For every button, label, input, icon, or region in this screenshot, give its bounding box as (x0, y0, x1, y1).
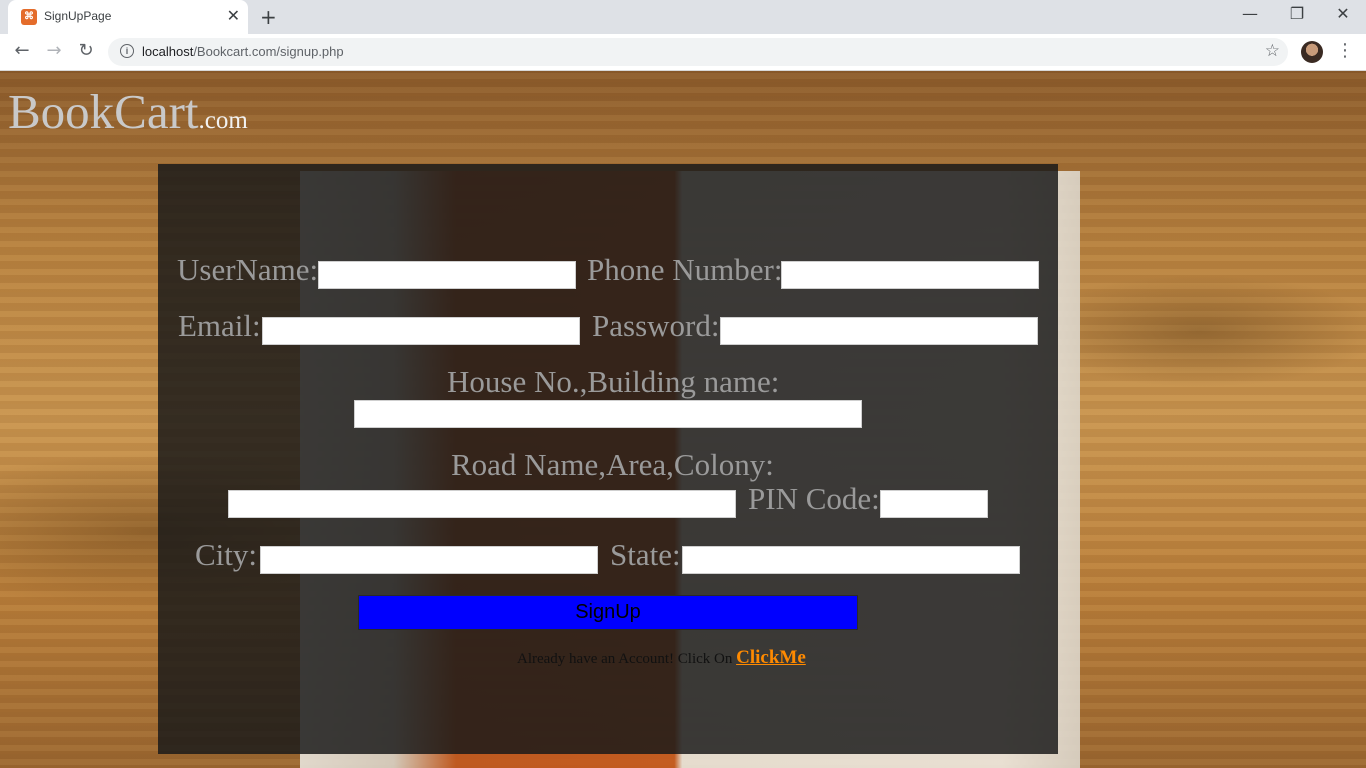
address-bar[interactable]: i localhost/Bookcart.com/signup.php ☆ (108, 38, 1288, 66)
username-label: UserName: (177, 252, 319, 287)
restore-window-button[interactable]: ❐ (1277, 4, 1317, 23)
xampp-favicon-icon: ⌘ (21, 9, 37, 25)
new-tab-button[interactable]: + (260, 5, 277, 29)
state-label: State: (610, 537, 681, 572)
road-input[interactable] (228, 490, 736, 518)
browser-tab-bar: ⌘ SignUpPage ✕ + — ❐ ✕ (0, 0, 1366, 34)
profile-avatar[interactable] (1301, 41, 1323, 63)
house-input[interactable] (354, 400, 862, 428)
reload-icon[interactable]: ↻ (74, 40, 98, 61)
login-prompt-text: Already have an Account! Click On (517, 651, 737, 667)
password-input[interactable] (720, 317, 1038, 345)
close-window-button[interactable]: ✕ (1323, 4, 1363, 23)
forward-arrow-icon[interactable]: → (42, 40, 66, 61)
username-input[interactable] (318, 261, 576, 289)
signup-form: UserName: Phone Number: Email: Password:… (158, 164, 1058, 754)
signup-button[interactable]: SignUp (358, 595, 858, 630)
state-input[interactable] (682, 546, 1020, 574)
phone-input[interactable] (781, 261, 1039, 289)
road-label: Road Name,Area,Colony: (451, 447, 774, 482)
logo-main-text: BookCart (8, 84, 199, 139)
page-body: BookCart.com UserName: Phone Number: Ema… (0, 71, 1366, 768)
tab-title: SignUpPage (44, 9, 112, 23)
city-label: City: (195, 537, 258, 572)
browser-toolbar: ← → ↻ i localhost/Bookcart.com/signup.ph… (0, 34, 1366, 71)
pin-input[interactable] (880, 490, 988, 518)
login-link[interactable]: ClickMe (736, 647, 806, 668)
pin-label: PIN Code: (748, 481, 880, 516)
browser-tab[interactable]: ⌘ SignUpPage ✕ (8, 0, 248, 34)
star-icon[interactable]: ☆ (1265, 41, 1280, 61)
email-input[interactable] (262, 317, 580, 345)
password-label: Password: (592, 308, 720, 343)
logo-suffix-text: .com (198, 107, 248, 134)
url-path: /Bookcart.com/signup.php (193, 44, 344, 59)
minimize-window-button[interactable]: — (1230, 4, 1270, 23)
tab-close-icon[interactable]: ✕ (227, 7, 240, 25)
house-label: House No.,Building name: (447, 364, 780, 399)
city-input[interactable] (260, 546, 598, 574)
site-logo[interactable]: BookCart.com (8, 83, 248, 140)
info-icon[interactable]: i (120, 44, 134, 58)
email-label: Email: (178, 308, 261, 343)
back-arrow-icon[interactable]: ← (10, 40, 34, 61)
url-text[interactable]: localhost/Bookcart.com/signup.php (142, 44, 344, 59)
login-prompt: Already have an Account! Click On ClickM… (517, 647, 806, 669)
kebab-menu-icon[interactable]: ⋮ (1336, 40, 1354, 61)
url-host: localhost (142, 44, 194, 59)
phone-label: Phone Number: (587, 252, 783, 287)
